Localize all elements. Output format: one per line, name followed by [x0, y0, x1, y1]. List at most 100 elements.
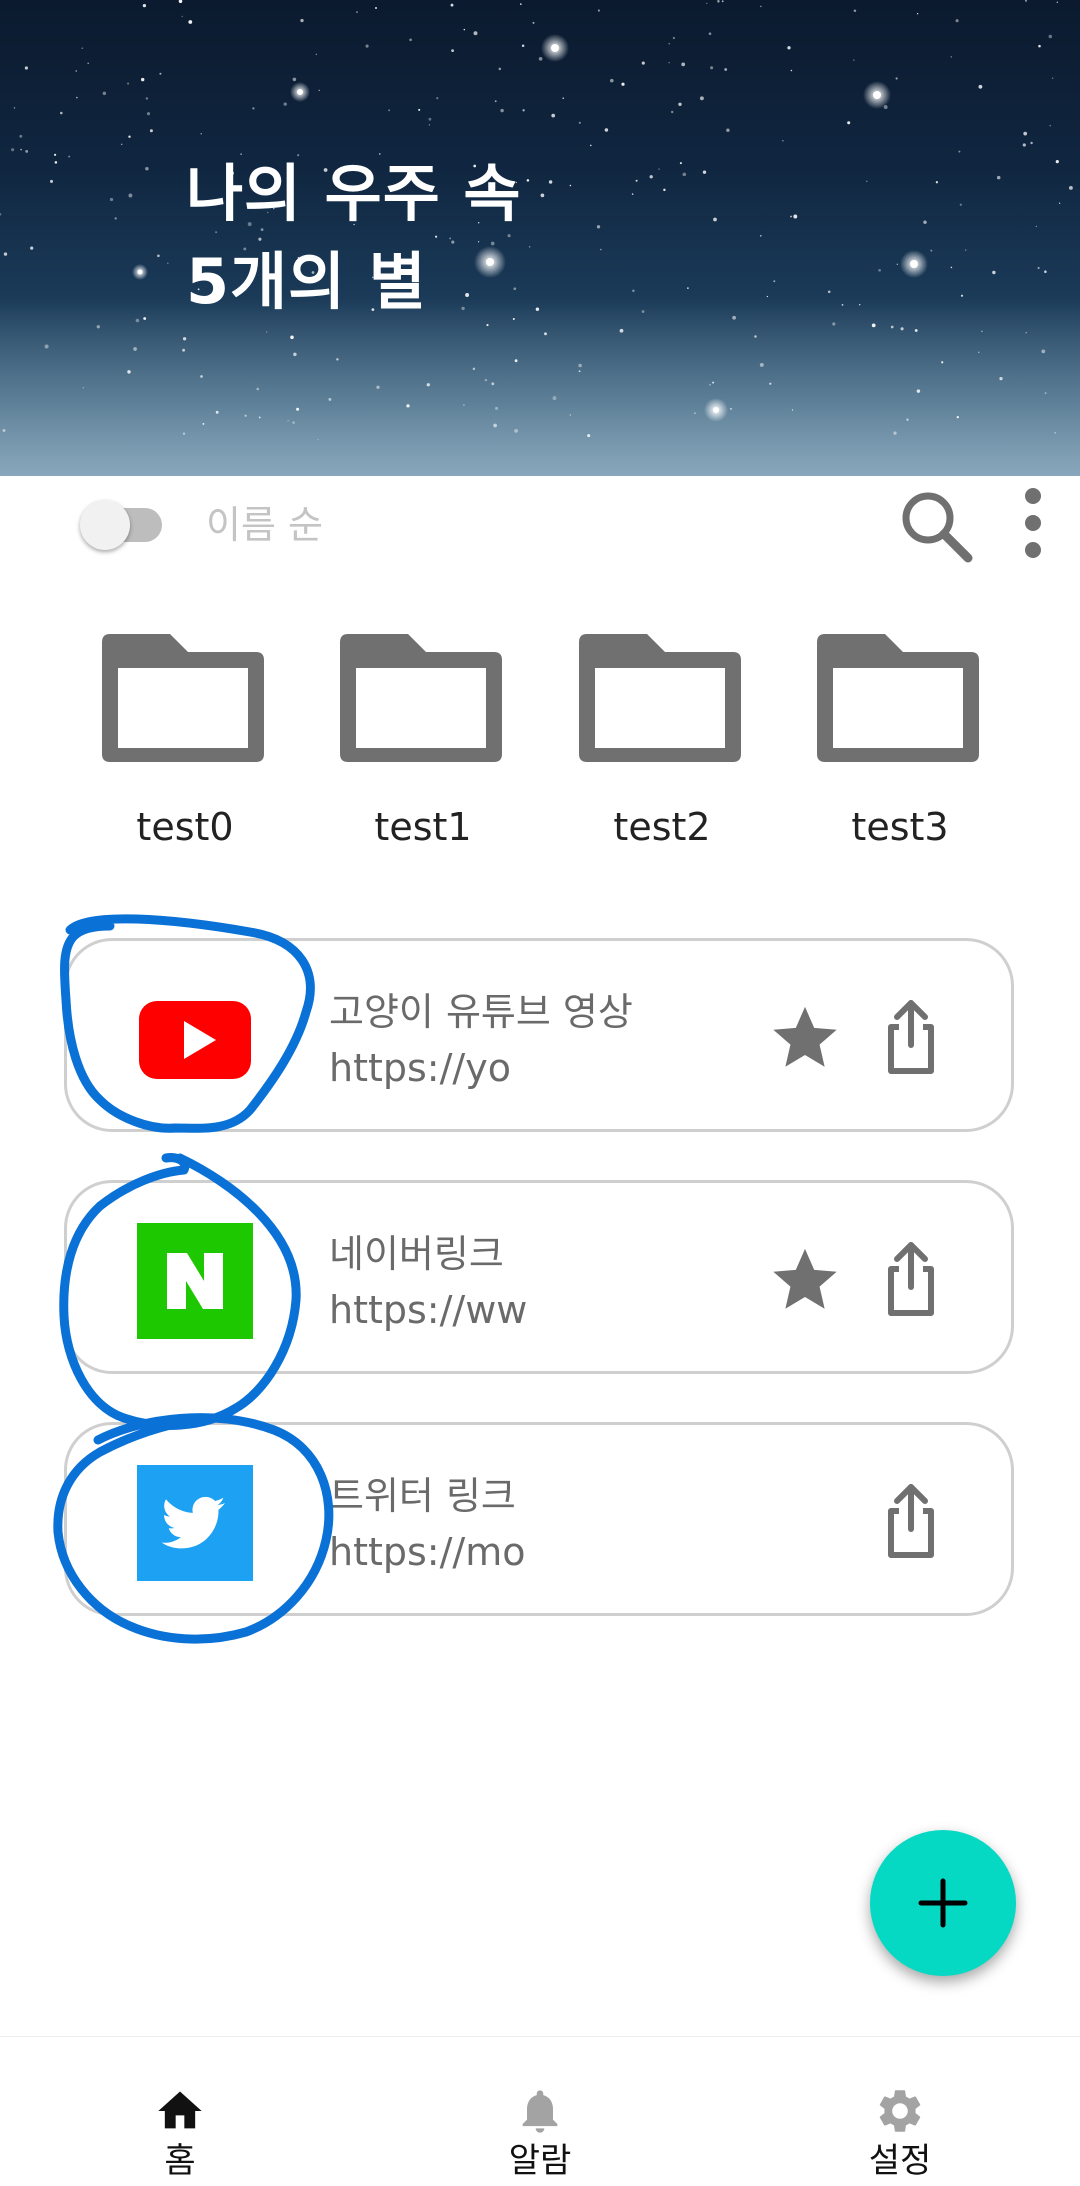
add-link-button[interactable]	[870, 1830, 1016, 1976]
star-dot	[498, 67, 502, 71]
folder-test2[interactable]: test2	[577, 630, 747, 860]
nav-home[interactable]: 홈	[80, 2037, 280, 2186]
star-dot	[82, 386, 85, 389]
star-dot	[766, 295, 769, 298]
star-dot	[641, 61, 645, 65]
star-dot	[955, 19, 959, 23]
gear-icon	[879, 2090, 921, 2132]
star-dot	[484, 378, 488, 382]
star-dot	[681, 62, 686, 67]
favorite-button[interactable]	[767, 1241, 843, 1317]
star-dot	[635, 179, 638, 182]
link-card-twitter[interactable]: 트위터 링크 https://mo	[64, 1422, 1014, 1616]
star-dot	[841, 304, 844, 306]
star-dot	[200, 133, 202, 135]
star-dot	[426, 383, 430, 387]
star-dot	[491, 382, 495, 386]
star-dot	[128, 135, 131, 138]
star-dot	[256, 387, 259, 391]
star-dot	[293, 352, 297, 357]
star-dot	[365, 44, 369, 48]
star-dot	[721, 0, 724, 3]
star-dot	[145, 97, 149, 100]
star-dot	[49, 179, 54, 183]
star-dot	[890, 325, 894, 329]
folder-test1[interactable]: test1	[338, 630, 508, 860]
star-dot	[522, 109, 525, 112]
star-dot	[827, 290, 831, 294]
star-dot	[597, 9, 600, 12]
more-options-button[interactable]	[1008, 486, 1058, 566]
star-dot	[54, 153, 57, 156]
nav-settings[interactable]: 설정	[800, 2037, 1000, 2186]
star-dot	[790, 215, 792, 218]
folder-test3[interactable]: test3	[815, 630, 985, 860]
star-dot	[578, 363, 582, 368]
folder-label: test1	[374, 805, 472, 849]
star-dot	[60, 111, 63, 115]
star-dot	[853, 9, 857, 13]
link-card-youtube[interactable]: 고양이 유튜브 영상 https://yo	[64, 938, 1014, 1132]
star-dot	[81, 47, 84, 50]
naver-logo-icon	[137, 1223, 253, 1339]
star-dot	[265, 331, 268, 333]
star-dot	[87, 62, 90, 65]
star-dot	[1058, 202, 1061, 204]
bottom-navigation: 홈 알람 설정	[0, 2036, 1080, 2186]
star-dot	[159, 72, 162, 75]
home-icon	[158, 2091, 202, 2129]
toggle-thumb	[80, 500, 130, 550]
star-dot	[732, 315, 736, 320]
star-dot	[896, 263, 898, 265]
starfield-background	[0, 0, 1080, 476]
star-dot	[852, 59, 855, 61]
star-dot	[981, 330, 983, 333]
star-dot	[562, 97, 564, 100]
star-dot	[526, 179, 530, 182]
star-dot	[135, 318, 140, 323]
folder-label: test3	[851, 805, 949, 849]
star-dot	[959, 203, 962, 206]
star-dot	[754, 335, 757, 338]
star-dot	[3, 252, 8, 256]
star-dot	[610, 78, 614, 83]
star-dot	[978, 351, 980, 353]
link-card-naver[interactable]: 네이버링크 https://ww	[64, 1180, 1014, 1374]
star-dot	[428, 124, 430, 126]
star-dot	[670, 110, 674, 114]
page-title: 나의 우주 속 5개의 별	[186, 150, 521, 326]
nav-alarm[interactable]: 알람	[440, 2037, 640, 2186]
star-dot	[436, 97, 439, 100]
share-button[interactable]	[873, 1481, 949, 1561]
star-dot	[109, 197, 114, 202]
star-dot	[296, 407, 300, 411]
star-dot	[1051, 77, 1054, 79]
star-dot	[668, 43, 670, 45]
star-dot	[1025, 331, 1027, 334]
more-vertical-icon	[1025, 488, 1041, 558]
star-dot	[143, 317, 147, 320]
star-dot	[1037, 266, 1040, 270]
star-dot	[999, 376, 1003, 381]
star-dot	[114, 217, 117, 220]
search-button[interactable]	[896, 486, 976, 566]
title-line-2: 5개의 별	[186, 245, 427, 318]
star-dot	[906, 418, 909, 421]
favorite-button[interactable]	[767, 999, 843, 1075]
star-dot	[409, 38, 412, 42]
share-button[interactable]	[873, 997, 949, 1077]
star-dot	[258, 416, 261, 419]
star-dot	[551, 113, 556, 118]
sort-toggle[interactable]	[78, 496, 170, 552]
share-button[interactable]	[873, 1239, 949, 1319]
plus-icon	[918, 1878, 968, 1928]
star-dot	[178, 0, 183, 4]
star-dot	[708, 32, 712, 35]
title-line-1: 나의 우주 속	[186, 157, 522, 230]
star-dot	[702, 170, 707, 174]
star-dot	[157, 254, 160, 258]
star-dot	[713, 217, 717, 222]
share-icon	[888, 1484, 934, 1558]
star-dot	[540, 193, 545, 198]
folder-test0[interactable]: test0	[100, 630, 270, 860]
